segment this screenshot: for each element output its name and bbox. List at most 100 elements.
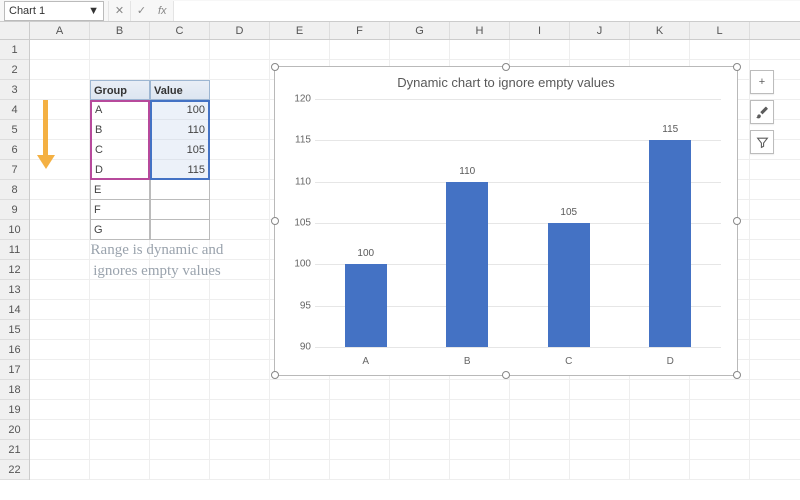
column-headers: A B C D E F G H I J K L [0,22,800,40]
row-header[interactable]: 17 [0,360,29,380]
row-headers: 1 2 3 4 5 6 7 8 9 10 11 12 13 14 15 16 1… [0,40,30,480]
x-tick-label: D [620,356,722,367]
resize-handle-icon[interactable] [733,371,741,379]
x-tick-label: B [417,356,519,367]
chart-bar[interactable]: 110 [446,182,488,347]
cell-group[interactable]: E [90,180,150,200]
col-header[interactable]: L [690,22,750,39]
row-header[interactable]: 8 [0,180,29,200]
chart-bar[interactable]: 105 [548,223,590,347]
col-header[interactable]: A [30,22,90,39]
row-header[interactable]: 20 [0,420,29,440]
resize-handle-icon[interactable] [271,63,279,71]
row-header[interactable]: 19 [0,400,29,420]
table-header-group[interactable]: Group [90,80,150,100]
cell-value[interactable] [150,180,210,200]
x-axis: ABCD [315,356,721,367]
y-tick-label: 95 [300,300,311,311]
row-header[interactable]: 11 [0,240,29,260]
cells[interactable]: Group Value A 100 B 110 C 105 D 115 E F … [30,40,800,480]
chart-plot-area[interactable]: 9095100105110115120 ABCD 100110105115 [315,99,721,347]
funnel-icon [756,136,769,149]
col-header[interactable]: G [390,22,450,39]
col-header[interactable]: E [270,22,330,39]
row-header[interactable]: 3 [0,80,29,100]
chart-side-buttons: + [750,70,774,154]
down-arrow-icon [37,100,55,169]
row-header[interactable]: 14 [0,300,29,320]
resize-handle-icon[interactable] [271,371,279,379]
row-header[interactable]: 18 [0,380,29,400]
row-header[interactable]: 7 [0,160,29,180]
chart-object[interactable]: Dynamic chart to ignore empty values 909… [274,66,738,376]
chart-add-element-button[interactable]: + [750,70,774,94]
cell-group[interactable]: C [92,140,148,160]
table-header-value[interactable]: Value [150,80,210,100]
bar-data-label: 105 [548,207,590,218]
row-header[interactable]: 15 [0,320,29,340]
cell-group[interactable]: A [92,100,148,120]
resize-handle-icon[interactable] [733,217,741,225]
fx-icon[interactable]: fx [152,5,173,17]
cell-group[interactable]: F [90,200,150,220]
cancel-formula-icon[interactable]: ✕ [108,1,130,21]
row-header[interactable]: 9 [0,200,29,220]
col-header[interactable]: K [630,22,690,39]
x-tick-label: A [315,356,417,367]
resize-handle-icon[interactable] [502,63,510,71]
cell-group[interactable]: G [90,220,150,240]
resize-handle-icon[interactable] [502,371,510,379]
accept-formula-icon[interactable]: ✓ [130,1,152,21]
name-box[interactable]: Chart 1 ▼ [4,1,104,21]
chart-bar[interactable]: 100 [345,264,387,347]
gridline [315,347,721,348]
y-tick-label: 120 [294,94,311,105]
row-header[interactable]: 4 [0,100,29,120]
cell-value[interactable]: 100 [152,100,208,120]
col-header[interactable]: F [330,22,390,39]
y-tick-label: 100 [294,259,311,270]
cell-value[interactable]: 105 [152,140,208,160]
col-header[interactable]: J [570,22,630,39]
chart-filter-button[interactable] [750,130,774,154]
formula-bar-row: Chart 1 ▼ ✕ ✓ fx [0,0,800,22]
col-header[interactable]: D [210,22,270,39]
cell-value[interactable]: 110 [152,120,208,140]
col-header[interactable]: I [510,22,570,39]
col-header[interactable]: C [150,22,210,39]
y-tick-label: 105 [294,218,311,229]
col-header[interactable]: H [450,22,510,39]
row-header[interactable]: 5 [0,120,29,140]
grid: 1 2 3 4 5 6 7 8 9 10 11 12 13 14 15 16 1… [0,40,800,480]
annotation-note: Range is dynamic and ignores empty value… [82,240,232,282]
x-tick-label: C [518,356,620,367]
row-header[interactable]: 6 [0,140,29,160]
cell-group[interactable]: B [92,120,148,140]
resize-handle-icon[interactable] [271,217,279,225]
row-header[interactable]: 10 [0,220,29,240]
select-all-corner[interactable] [0,22,30,39]
y-tick-label: 90 [300,342,311,353]
chart-style-button[interactable] [750,100,774,124]
row-header[interactable]: 1 [0,40,29,60]
cell-value[interactable] [150,200,210,220]
cell-value[interactable]: 115 [152,160,208,180]
cell-value[interactable] [150,220,210,240]
col-header[interactable]: B [90,22,150,39]
formula-bar-input[interactable] [173,1,800,21]
y-tick-label: 115 [295,135,311,146]
row-header[interactable]: 2 [0,60,29,80]
resize-handle-icon[interactable] [733,63,741,71]
name-box-dropdown-icon[interactable]: ▼ [88,5,99,17]
y-axis: 9095100105110115120 [285,99,313,347]
row-header[interactable]: 12 [0,260,29,280]
name-box-value: Chart 1 [9,5,45,17]
row-header[interactable]: 22 [0,460,29,480]
gridline [315,99,721,100]
cell-group[interactable]: D [92,160,148,180]
row-header[interactable]: 16 [0,340,29,360]
row-header[interactable]: 13 [0,280,29,300]
row-header[interactable]: 21 [0,440,29,460]
chart-bar[interactable]: 115 [649,140,691,347]
bar-data-label: 110 [446,166,488,177]
